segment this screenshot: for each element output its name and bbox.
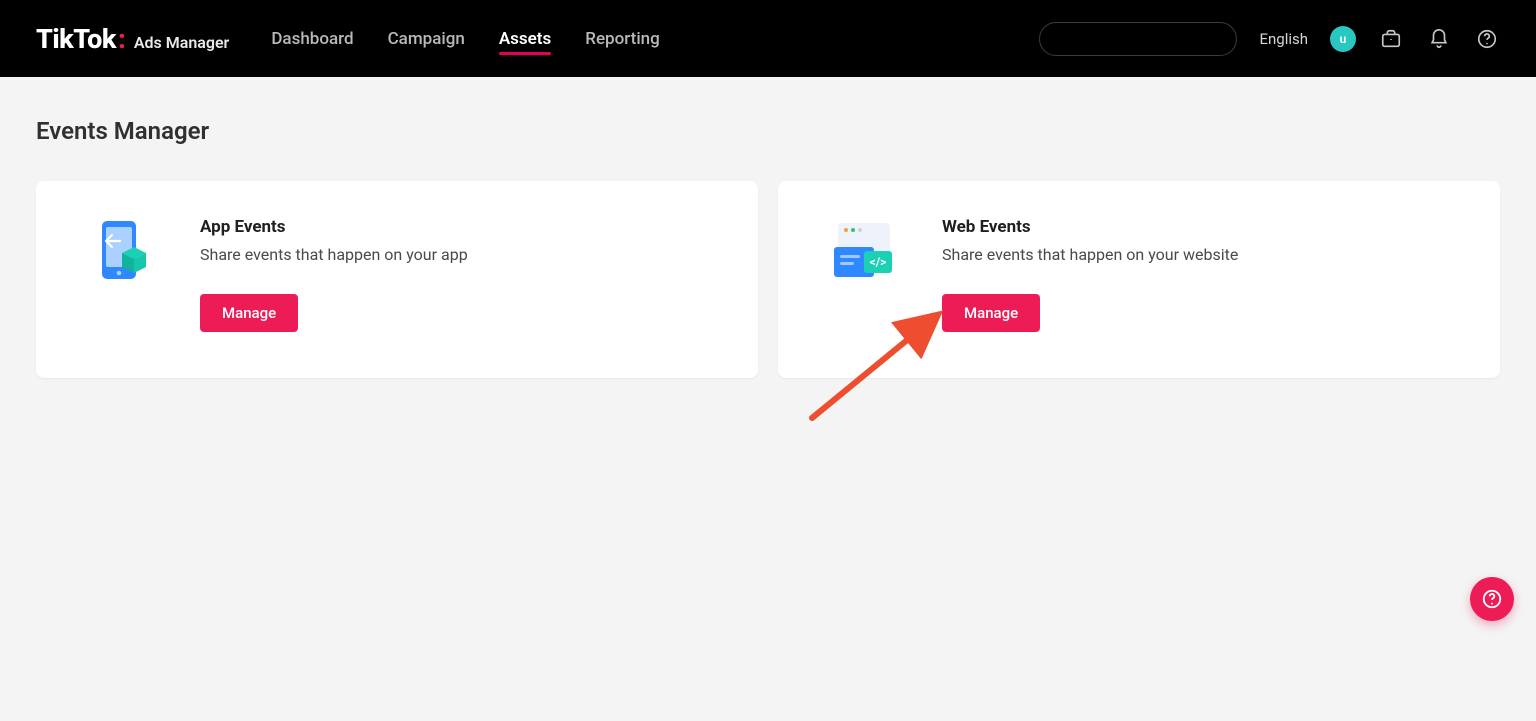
- nav-link-dashboard[interactable]: Dashboard: [271, 3, 353, 75]
- card-web-events: </> Web Events Share events that happen …: [778, 181, 1500, 378]
- top-nav-bar: TikTok : Ads Manager Dashboard Campaign …: [0, 0, 1536, 77]
- help-fab-button[interactable]: [1470, 577, 1514, 621]
- avatar[interactable]: u: [1330, 26, 1356, 52]
- manage-app-events-button[interactable]: Manage: [200, 294, 298, 332]
- nav-links: Dashboard Campaign Assets Reporting: [271, 3, 659, 75]
- bell-icon[interactable]: [1426, 26, 1452, 52]
- topbar-right-cluster: English u: [1039, 22, 1500, 56]
- page-title: Events Manager: [36, 117, 1500, 145]
- nav-link-campaign[interactable]: Campaign: [388, 3, 465, 75]
- nav-link-assets[interactable]: Assets: [499, 3, 551, 75]
- card-title: App Events: [200, 217, 468, 237]
- nav-link-reporting[interactable]: Reporting: [585, 3, 660, 75]
- event-cards-row: App Events Share events that happen on y…: [36, 181, 1500, 378]
- card-description: Share events that happen on your website: [942, 245, 1238, 264]
- svg-text:</>: </>: [870, 255, 887, 269]
- brand-name: TikTok: [36, 23, 116, 55]
- manage-web-events-button[interactable]: Manage: [942, 294, 1040, 332]
- brand-colon: :: [118, 23, 126, 55]
- help-icon[interactable]: [1474, 26, 1500, 52]
- card-app-events: App Events Share events that happen on y…: [36, 181, 758, 378]
- brand-sub: Ads Manager: [134, 33, 229, 52]
- card-description: Share events that happen on your app: [200, 245, 468, 264]
- web-events-illustration-icon: </>: [830, 217, 900, 287]
- card-title: Web Events: [942, 217, 1238, 237]
- briefcase-icon[interactable]: [1378, 26, 1404, 52]
- language-switcher[interactable]: English: [1259, 30, 1308, 48]
- app-events-illustration-icon: [88, 217, 158, 287]
- brand-logo: TikTok : Ads Manager: [36, 23, 229, 55]
- search-input[interactable]: [1039, 22, 1237, 56]
- page-content: Events Manager App Eve: [0, 77, 1536, 378]
